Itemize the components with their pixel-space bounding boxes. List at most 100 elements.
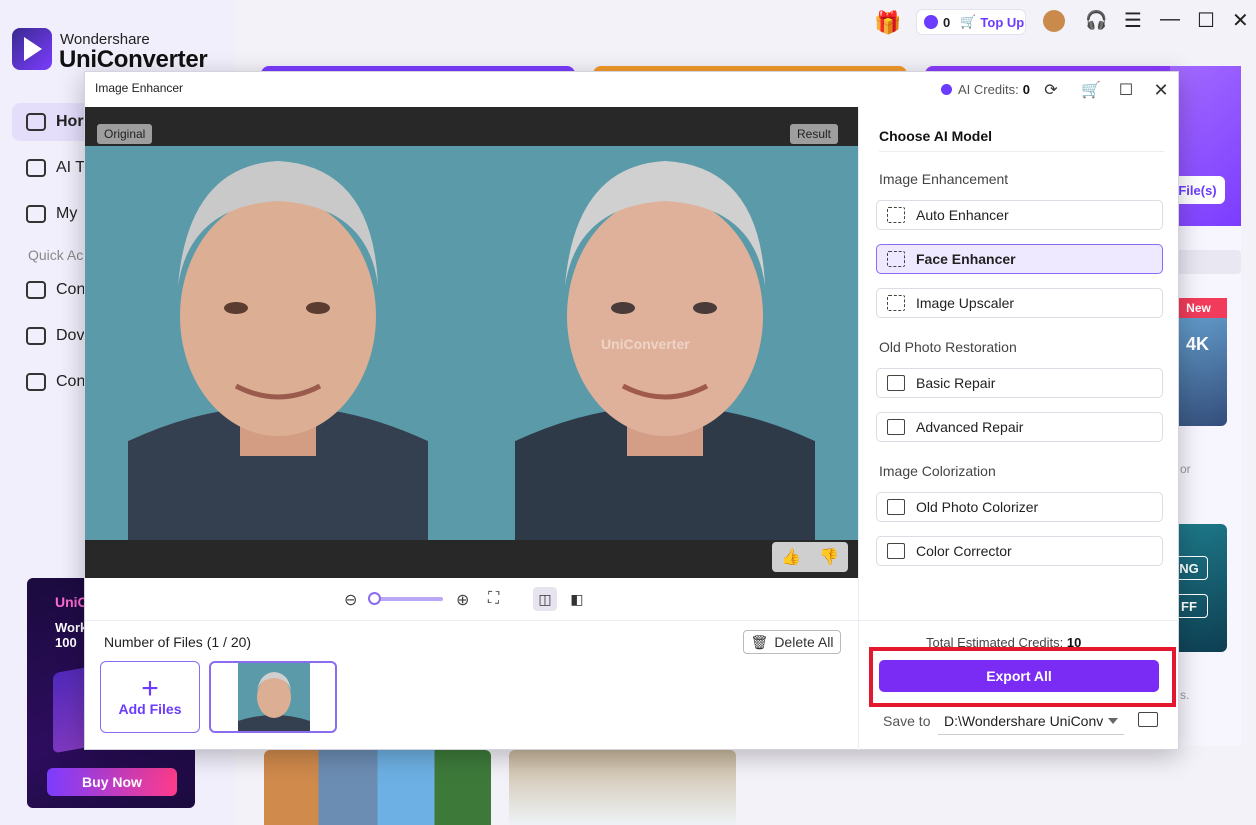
model-label: Color Corrector xyxy=(916,543,1012,559)
my-files-icon xyxy=(26,205,46,223)
image-colorize-icon xyxy=(887,499,905,515)
section-image-colorization: Image Colorization xyxy=(879,463,996,479)
maximize-icon[interactable]: ☐ xyxy=(1197,8,1215,33)
nav-my-label: My xyxy=(56,205,78,222)
downloader-icon xyxy=(26,327,46,345)
model-advanced-repair[interactable]: Advanced Repair xyxy=(876,412,1163,442)
export-all-button[interactable]: Export All xyxy=(879,660,1159,692)
feedback-buttons: 👍 👎 xyxy=(772,542,848,572)
model-label: Old Photo Colorizer xyxy=(916,499,1039,515)
quick-item-label: Dov xyxy=(56,327,85,344)
add-files-button[interactable]: + Add Files xyxy=(100,661,200,733)
model-old-photo-colorizer[interactable]: Old Photo Colorizer xyxy=(876,492,1163,522)
ai-credits-label: AI Credits: xyxy=(958,82,1019,97)
chevron-down-icon xyxy=(1108,718,1118,724)
model-image-upscaler[interactable]: Image Upscaler xyxy=(876,288,1163,318)
plus-icon: + xyxy=(141,672,159,705)
auto-enhance-icon xyxy=(887,207,905,223)
result-photo[interactable]: UniConverter xyxy=(471,146,858,540)
save-path-select[interactable]: D:\Wondershare UniConv xyxy=(938,707,1124,735)
delete-all-button[interactable]: 🗑 Delete All xyxy=(743,630,841,654)
credit-coin-icon xyxy=(924,15,938,29)
original-photo[interactable] xyxy=(85,146,471,540)
model-label: Advanced Repair xyxy=(916,419,1024,435)
credit-coin-icon xyxy=(941,84,952,95)
converter-icon xyxy=(26,281,46,299)
ai-credits-value: 0 xyxy=(1022,82,1030,97)
ai-credits: AI Credits: 0 xyxy=(941,82,1030,97)
image-repair-icon xyxy=(887,375,905,391)
portrait-original xyxy=(128,161,428,540)
zoom-out-icon[interactable]: ⊖ xyxy=(344,590,357,610)
original-tag: Original xyxy=(97,124,153,144)
image-advanced-repair-icon xyxy=(887,419,905,435)
thumbs-up-icon[interactable]: 👍 xyxy=(772,542,810,572)
section-image-enhancement: Image Enhancement xyxy=(879,171,1009,187)
cart-icon[interactable]: 🛒 xyxy=(1081,80,1101,100)
model-label: Basic Repair xyxy=(916,375,996,391)
file-thumbnail-image xyxy=(238,663,310,731)
gift-icon[interactable]: 🎁 xyxy=(874,10,901,36)
home-icon xyxy=(26,113,46,131)
model-label: Image Upscaler xyxy=(916,295,1015,311)
compressor-icon xyxy=(26,373,46,391)
model-basic-repair[interactable]: Basic Repair xyxy=(876,368,1163,398)
peek-text: or xyxy=(1180,462,1191,476)
zoom-slider-handle[interactable] xyxy=(368,592,381,605)
panel-title: Choose AI Model xyxy=(879,128,993,144)
refresh-icon[interactable]: ⟳ xyxy=(1041,80,1061,100)
nav-home-label: Hor xyxy=(56,113,84,130)
credits-chip[interactable]: 0 🛒 Top Up xyxy=(916,9,1026,35)
zoom-in-icon[interactable]: ⊕ xyxy=(456,590,469,610)
face-scan-icon xyxy=(887,251,905,267)
model-color-corrector[interactable]: Color Corrector xyxy=(876,536,1163,566)
fit-screen-icon[interactable]: ⛶ xyxy=(488,590,499,608)
split-view-icon[interactable]: ◧ xyxy=(565,587,589,611)
thumbs-down-icon[interactable]: 👎 xyxy=(810,542,848,572)
image-color-correct-icon xyxy=(887,543,905,559)
avatar[interactable] xyxy=(1043,10,1065,32)
menu-icon[interactable]: ☰ xyxy=(1124,8,1142,33)
files-area: Number of Files (1 / 20) 🗑 Delete All + … xyxy=(85,620,858,751)
top-up-link[interactable]: Top Up xyxy=(980,15,1024,30)
files-count: Number of Files (1 / 20) xyxy=(104,634,252,650)
headset-icon[interactable]: 🎧 xyxy=(1085,10,1107,31)
brand-name: UniConverter xyxy=(59,46,208,73)
result-tag: Result xyxy=(790,124,839,144)
bg-thumbnail xyxy=(264,750,491,825)
uniconverter-logo-icon xyxy=(12,28,52,70)
credits-count: 0 xyxy=(943,14,951,30)
bg-right-peek: File(s) New 4K or NG FF s. xyxy=(1170,66,1241,746)
quick-access-label: Quick Ac xyxy=(28,247,84,263)
image-enhancer-dialog: Image Enhancer AI Credits: 0 ⟳ 🛒 ☐ ✕ Uni… xyxy=(84,71,1179,750)
zoom-controls: ⊖ ⊕ ⛶ ◫ ◧ xyxy=(85,578,858,620)
buy-now-button[interactable]: Buy Now xyxy=(47,768,177,796)
section-old-photo-restoration: Old Photo Restoration xyxy=(879,339,1017,355)
delete-all-label: Delete All xyxy=(774,634,834,650)
upscale-icon xyxy=(887,295,905,311)
add-files-label: Add Files xyxy=(118,701,182,717)
4k-label: 4K xyxy=(1186,334,1210,354)
watermark: UniConverter xyxy=(601,336,690,352)
close-dialog-icon[interactable]: ✕ xyxy=(1151,80,1171,100)
model-auto-enhancer[interactable]: Auto Enhancer xyxy=(876,200,1163,230)
save-to-label: Save to xyxy=(883,713,931,729)
ai-model-panel: Choose AI Model Image Enhancement Auto E… xyxy=(858,107,1179,750)
preview-area: UniConverter Original Result 👍 👎 xyxy=(85,107,858,578)
side-by-side-view-icon[interactable]: ◫ xyxy=(533,587,557,611)
dialog-title: Image Enhancer xyxy=(95,81,184,95)
minimize-icon[interactable]: — xyxy=(1160,8,1180,31)
zoom-slider-track[interactable] xyxy=(373,597,443,601)
promo-title: UniC xyxy=(55,594,88,610)
close-app-icon[interactable]: ✕ xyxy=(1232,8,1249,33)
folder-icon[interactable] xyxy=(1138,712,1158,727)
model-label: Auto Enhancer xyxy=(916,207,1009,223)
maximize-dialog-icon[interactable]: ☐ xyxy=(1116,80,1136,100)
ai-tools-icon xyxy=(26,159,46,177)
peek-text: s. xyxy=(1180,688,1190,702)
model-face-enhancer[interactable]: Face Enhancer xyxy=(876,244,1163,274)
quick-item-label: Con xyxy=(56,281,86,298)
save-path-value: D:\Wondershare UniConv xyxy=(944,712,1104,729)
file-thumbnail[interactable] xyxy=(209,661,337,733)
cart-icon: 🛒 xyxy=(960,14,977,29)
